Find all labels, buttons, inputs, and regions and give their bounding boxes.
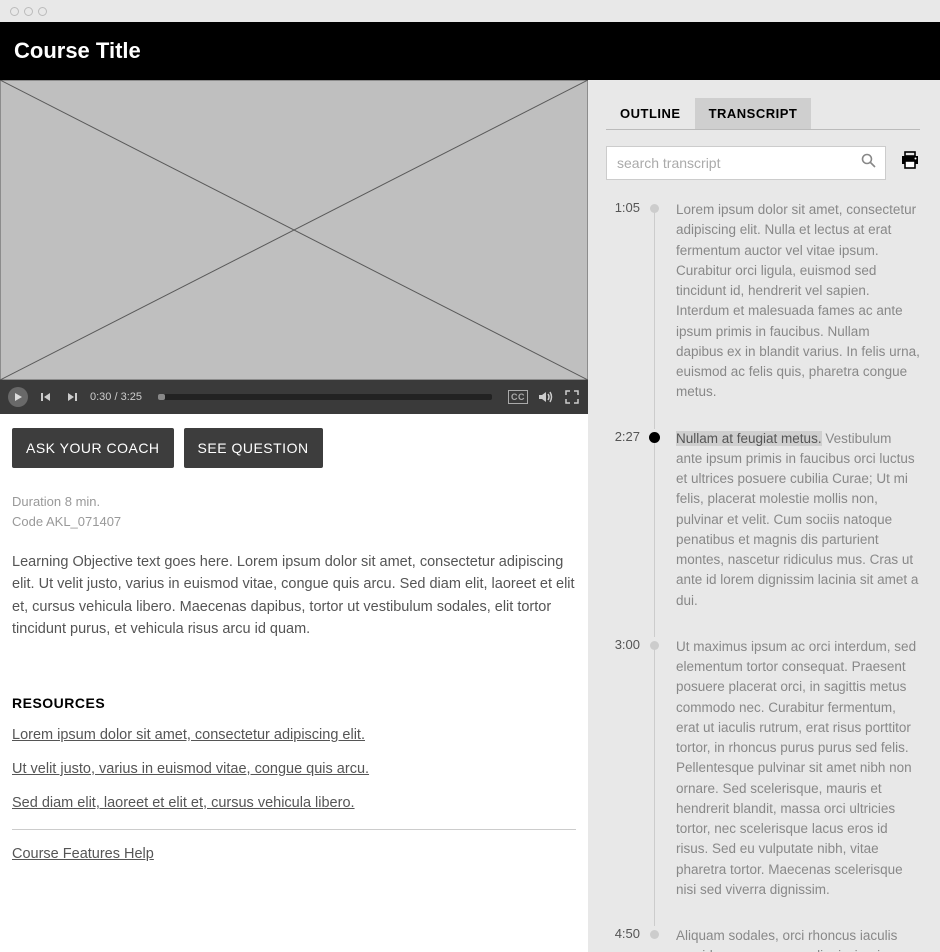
course-help-link[interactable]: Course Features Help — [12, 846, 576, 862]
transcript-entry[interactable]: 1:05 Lorem ipsum dolor sit amet, consecte… — [606, 200, 920, 403]
transcript-text: Aliquam sodales, orci rhoncus iaculis gr… — [676, 926, 920, 952]
transcript-entry[interactable]: 4:50 Aliquam sodales, orci rhoncus iaculi… — [606, 926, 920, 952]
timeline-dot — [650, 641, 659, 650]
transcript-text: Lorem ipsum dolor sit amet, consectetur … — [676, 200, 920, 403]
ask-coach-button[interactable]: ASK YOUR COACH — [12, 428, 174, 468]
course-meta: Duration 8 min. Code AKL_071407 — [12, 492, 576, 531]
window-chrome — [0, 0, 940, 22]
transcript-time: 2:27 — [606, 429, 640, 611]
volume-button[interactable] — [538, 389, 554, 405]
print-button[interactable] — [900, 151, 920, 175]
divider — [12, 829, 576, 830]
placeholder-x-icon — [0, 80, 588, 380]
transcript-text: Nullam at feugiat metus. Vestibulum ante… — [676, 429, 920, 611]
fullscreen-icon — [565, 390, 579, 404]
video-placeholder[interactable] — [0, 80, 588, 380]
course-header: Course Title — [0, 22, 940, 80]
chrome-maximize-icon — [38, 7, 47, 16]
resources-heading: RESOURCES — [12, 695, 576, 711]
search-input[interactable] — [606, 146, 886, 180]
tab-bar: OUTLINE TRANSCRIPT — [606, 98, 920, 130]
chrome-minimize-icon — [24, 7, 33, 16]
video-time: 0:30 / 3:25 — [90, 391, 142, 403]
skip-forward-icon — [66, 391, 78, 403]
transcript-time: 4:50 — [606, 926, 640, 952]
left-column: 0:30 / 3:25 CC ASK YOUR COACH SEE QUESTI… — [0, 80, 588, 952]
resource-link[interactable]: Ut velit justo, varius in euismod vitae,… — [12, 761, 576, 777]
volume-icon — [538, 390, 554, 404]
course-title: Course Title — [14, 38, 926, 64]
video-controls: 0:30 / 3:25 CC — [0, 380, 588, 414]
skip-back-icon — [40, 391, 52, 403]
timeline-line — [654, 435, 655, 637]
search-icon[interactable] — [861, 153, 876, 173]
see-question-button[interactable]: SEE QUESTION — [184, 428, 323, 468]
timeline-line — [654, 206, 655, 429]
prev-button[interactable] — [38, 389, 54, 405]
code-text: Code AKL_071407 — [12, 512, 576, 532]
transcript-text: Ut maximus ipsum ac orci interdum, sed e… — [676, 637, 920, 900]
play-button[interactable] — [8, 387, 28, 407]
cc-button[interactable]: CC — [508, 390, 528, 404]
play-icon — [13, 392, 23, 402]
transcript-time: 1:05 — [606, 200, 640, 403]
chrome-close-icon — [10, 7, 19, 16]
resource-link[interactable]: Sed diam elit, laoreet et elit et, cursu… — [12, 795, 576, 811]
fullscreen-button[interactable] — [564, 389, 580, 405]
resource-link[interactable]: Lorem ipsum dolor sit amet, consectetur … — [12, 727, 576, 743]
right-column: OUTLINE TRANSCRIPT 1:05 Lorem ipsum dolor… — [588, 80, 940, 952]
progress-bar[interactable] — [158, 394, 492, 400]
tab-outline[interactable]: OUTLINE — [606, 98, 695, 129]
print-icon — [900, 151, 920, 170]
timeline-dot — [649, 432, 660, 443]
duration-text: Duration 8 min. — [12, 492, 576, 512]
progress-fill — [158, 394, 165, 400]
next-button[interactable] — [64, 389, 80, 405]
timeline-dot — [650, 204, 659, 213]
transcript-time: 3:00 — [606, 637, 640, 900]
transcript-entry[interactable]: 3:00 Ut maximus ipsum ac orci interdum, s… — [606, 637, 920, 900]
tab-transcript[interactable]: TRANSCRIPT — [695, 98, 812, 129]
timeline-line — [654, 643, 655, 926]
transcript-list: 1:05 Lorem ipsum dolor sit amet, consecte… — [606, 200, 920, 952]
learning-objective: Learning Objective text goes here. Lorem… — [12, 551, 576, 641]
timeline-dot — [650, 930, 659, 939]
transcript-entry[interactable]: 2:27 Nullam at feugiat metus. Vestibulum … — [606, 429, 920, 611]
